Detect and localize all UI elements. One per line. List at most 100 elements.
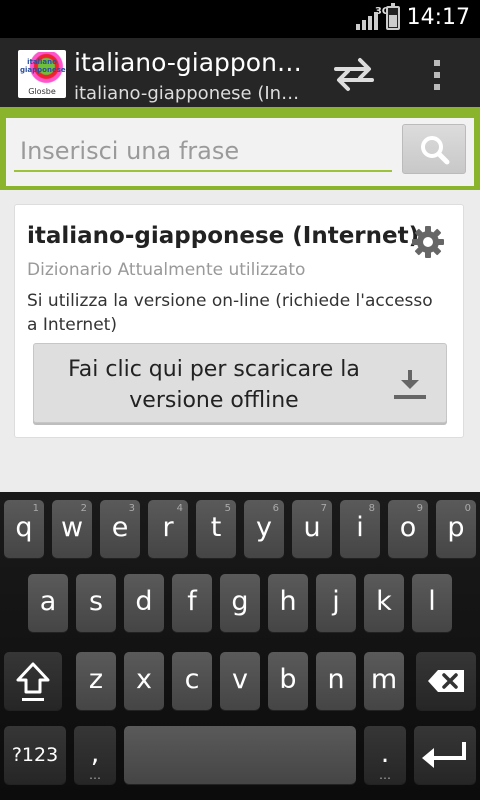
key-label: g	[231, 586, 249, 617]
key-hint-number: 5	[224, 503, 231, 514]
key-h[interactable]: h	[268, 574, 308, 632]
action-bar-subtitle[interactable]: italiano-giapponese (Internet)	[74, 83, 300, 104]
key-label: h	[279, 586, 297, 617]
key-w[interactable]: w2	[52, 500, 92, 558]
key-label: w	[60, 512, 84, 543]
key-i[interactable]: i8	[340, 500, 380, 558]
key-label: x	[136, 664, 152, 695]
key-label: o	[399, 512, 417, 543]
search-box	[6, 118, 474, 186]
key-label: v	[232, 664, 248, 695]
dictionary-description: Si utilizza la versione on-line (richied…	[27, 291, 433, 335]
gear-icon[interactable]	[411, 225, 445, 259]
key-label: u	[303, 512, 321, 543]
comma-key[interactable]: , …	[74, 726, 116, 784]
key-r[interactable]: r4	[148, 500, 188, 558]
key-x[interactable]: x	[124, 652, 164, 710]
key-label: f	[187, 586, 197, 617]
search-bar	[0, 110, 480, 190]
key-label: l	[428, 586, 436, 617]
key-label: m	[370, 664, 398, 695]
key-m[interactable]: m	[364, 652, 404, 710]
key-label: p	[447, 512, 465, 543]
dictionary-title: italiano-giapponese (Internet)	[27, 223, 420, 249]
download-offline-button[interactable]: Fai clic qui per scaricare la versione o…	[33, 343, 447, 423]
backspace-icon	[428, 670, 464, 692]
key-hint-number: 3	[128, 503, 135, 514]
key-label: z	[88, 664, 104, 695]
signal-icon	[356, 12, 378, 30]
key-l[interactable]: l	[412, 574, 452, 632]
shift-key[interactable]	[4, 652, 62, 710]
key-label: e	[111, 512, 129, 543]
key-label: a	[39, 586, 57, 617]
key-label: t	[210, 512, 222, 543]
clock: 14:17	[406, 5, 470, 30]
key-c[interactable]: c	[172, 652, 212, 710]
app-logo-icon[interactable]: italiano giapponese Glosbe	[18, 50, 66, 98]
key-z[interactable]: z	[76, 652, 116, 710]
key-hint-number: 7	[320, 503, 327, 514]
period-key-label: .	[380, 738, 390, 769]
symbols-key[interactable]: ?123	[4, 726, 66, 784]
key-hint-number: 0	[464, 503, 471, 514]
key-t[interactable]: t5	[196, 500, 236, 558]
comma-key-label: ,	[90, 738, 100, 769]
key-p[interactable]: p0	[436, 500, 476, 558]
key-hint-number: 9	[416, 503, 423, 514]
key-a[interactable]: a	[28, 574, 68, 632]
key-label: y	[256, 512, 272, 543]
key-label: i	[356, 512, 364, 543]
key-o[interactable]: o9	[388, 500, 428, 558]
period-key[interactable]: . …	[364, 726, 406, 784]
key-hint-number: 1	[32, 503, 39, 514]
search-button[interactable]	[402, 124, 466, 174]
key-d[interactable]: d	[124, 574, 164, 632]
key-hint-number: 4	[176, 503, 183, 514]
key-label: d	[135, 586, 153, 617]
key-y[interactable]: y6	[244, 500, 284, 558]
backspace-key[interactable]	[416, 652, 476, 710]
app-logo-text: italiano giapponese	[20, 52, 66, 84]
download-button-label: Fai clic qui per scaricare la versione o…	[68, 357, 360, 413]
action-bar: italiano giapponese Glosbe italiano-giap…	[0, 38, 480, 110]
key-label: q	[15, 512, 33, 543]
key-hint-number: 6	[272, 503, 279, 514]
key-label: n	[327, 664, 345, 695]
key-q[interactable]: q1	[4, 500, 44, 558]
symbols-key-label: ?123	[11, 744, 59, 766]
app-logo-brand: Glosbe	[28, 87, 56, 96]
key-f[interactable]: f	[172, 574, 212, 632]
key-u[interactable]: u7	[292, 500, 332, 558]
search-icon	[421, 136, 450, 165]
key-label: r	[162, 512, 174, 543]
key-label: c	[184, 664, 200, 695]
download-icon	[394, 370, 426, 399]
soft-keyboard: q1w2e3r4t5y6u7i8o9p0 asdfghjkl zxcvbnm ?…	[0, 492, 480, 800]
swap-arrows-icon	[334, 58, 374, 91]
key-hint-number: 8	[368, 503, 375, 514]
overflow-menu-icon[interactable]	[420, 52, 456, 96]
key-e[interactable]: e3	[100, 500, 140, 558]
key-label: s	[88, 586, 104, 617]
key-g[interactable]: g	[220, 574, 260, 632]
search-input[interactable]	[14, 132, 392, 172]
key-s[interactable]: s	[76, 574, 116, 632]
enter-key[interactable]	[414, 726, 476, 784]
key-v[interactable]: v	[220, 652, 260, 710]
battery-icon	[386, 3, 400, 30]
key-n[interactable]: n	[316, 652, 356, 710]
action-bar-title[interactable]: italiano-giapponese (Internet)	[74, 48, 310, 77]
space-key[interactable]	[124, 726, 356, 784]
key-k[interactable]: k	[364, 574, 404, 632]
dictionary-card: italiano-giapponese (Internet) Dizionari…	[14, 204, 464, 438]
key-b[interactable]: b	[268, 652, 308, 710]
key-label: k	[376, 586, 392, 617]
key-hint-number: 2	[80, 503, 87, 514]
key-label: b	[279, 664, 297, 695]
swap-languages-button[interactable]	[328, 52, 380, 96]
dictionary-status: Dizionario Attualmente utilizzato	[27, 260, 306, 280]
status-bar: 3G 14:17	[0, 0, 480, 38]
key-j[interactable]: j	[316, 574, 356, 632]
key-label: j	[332, 586, 340, 617]
